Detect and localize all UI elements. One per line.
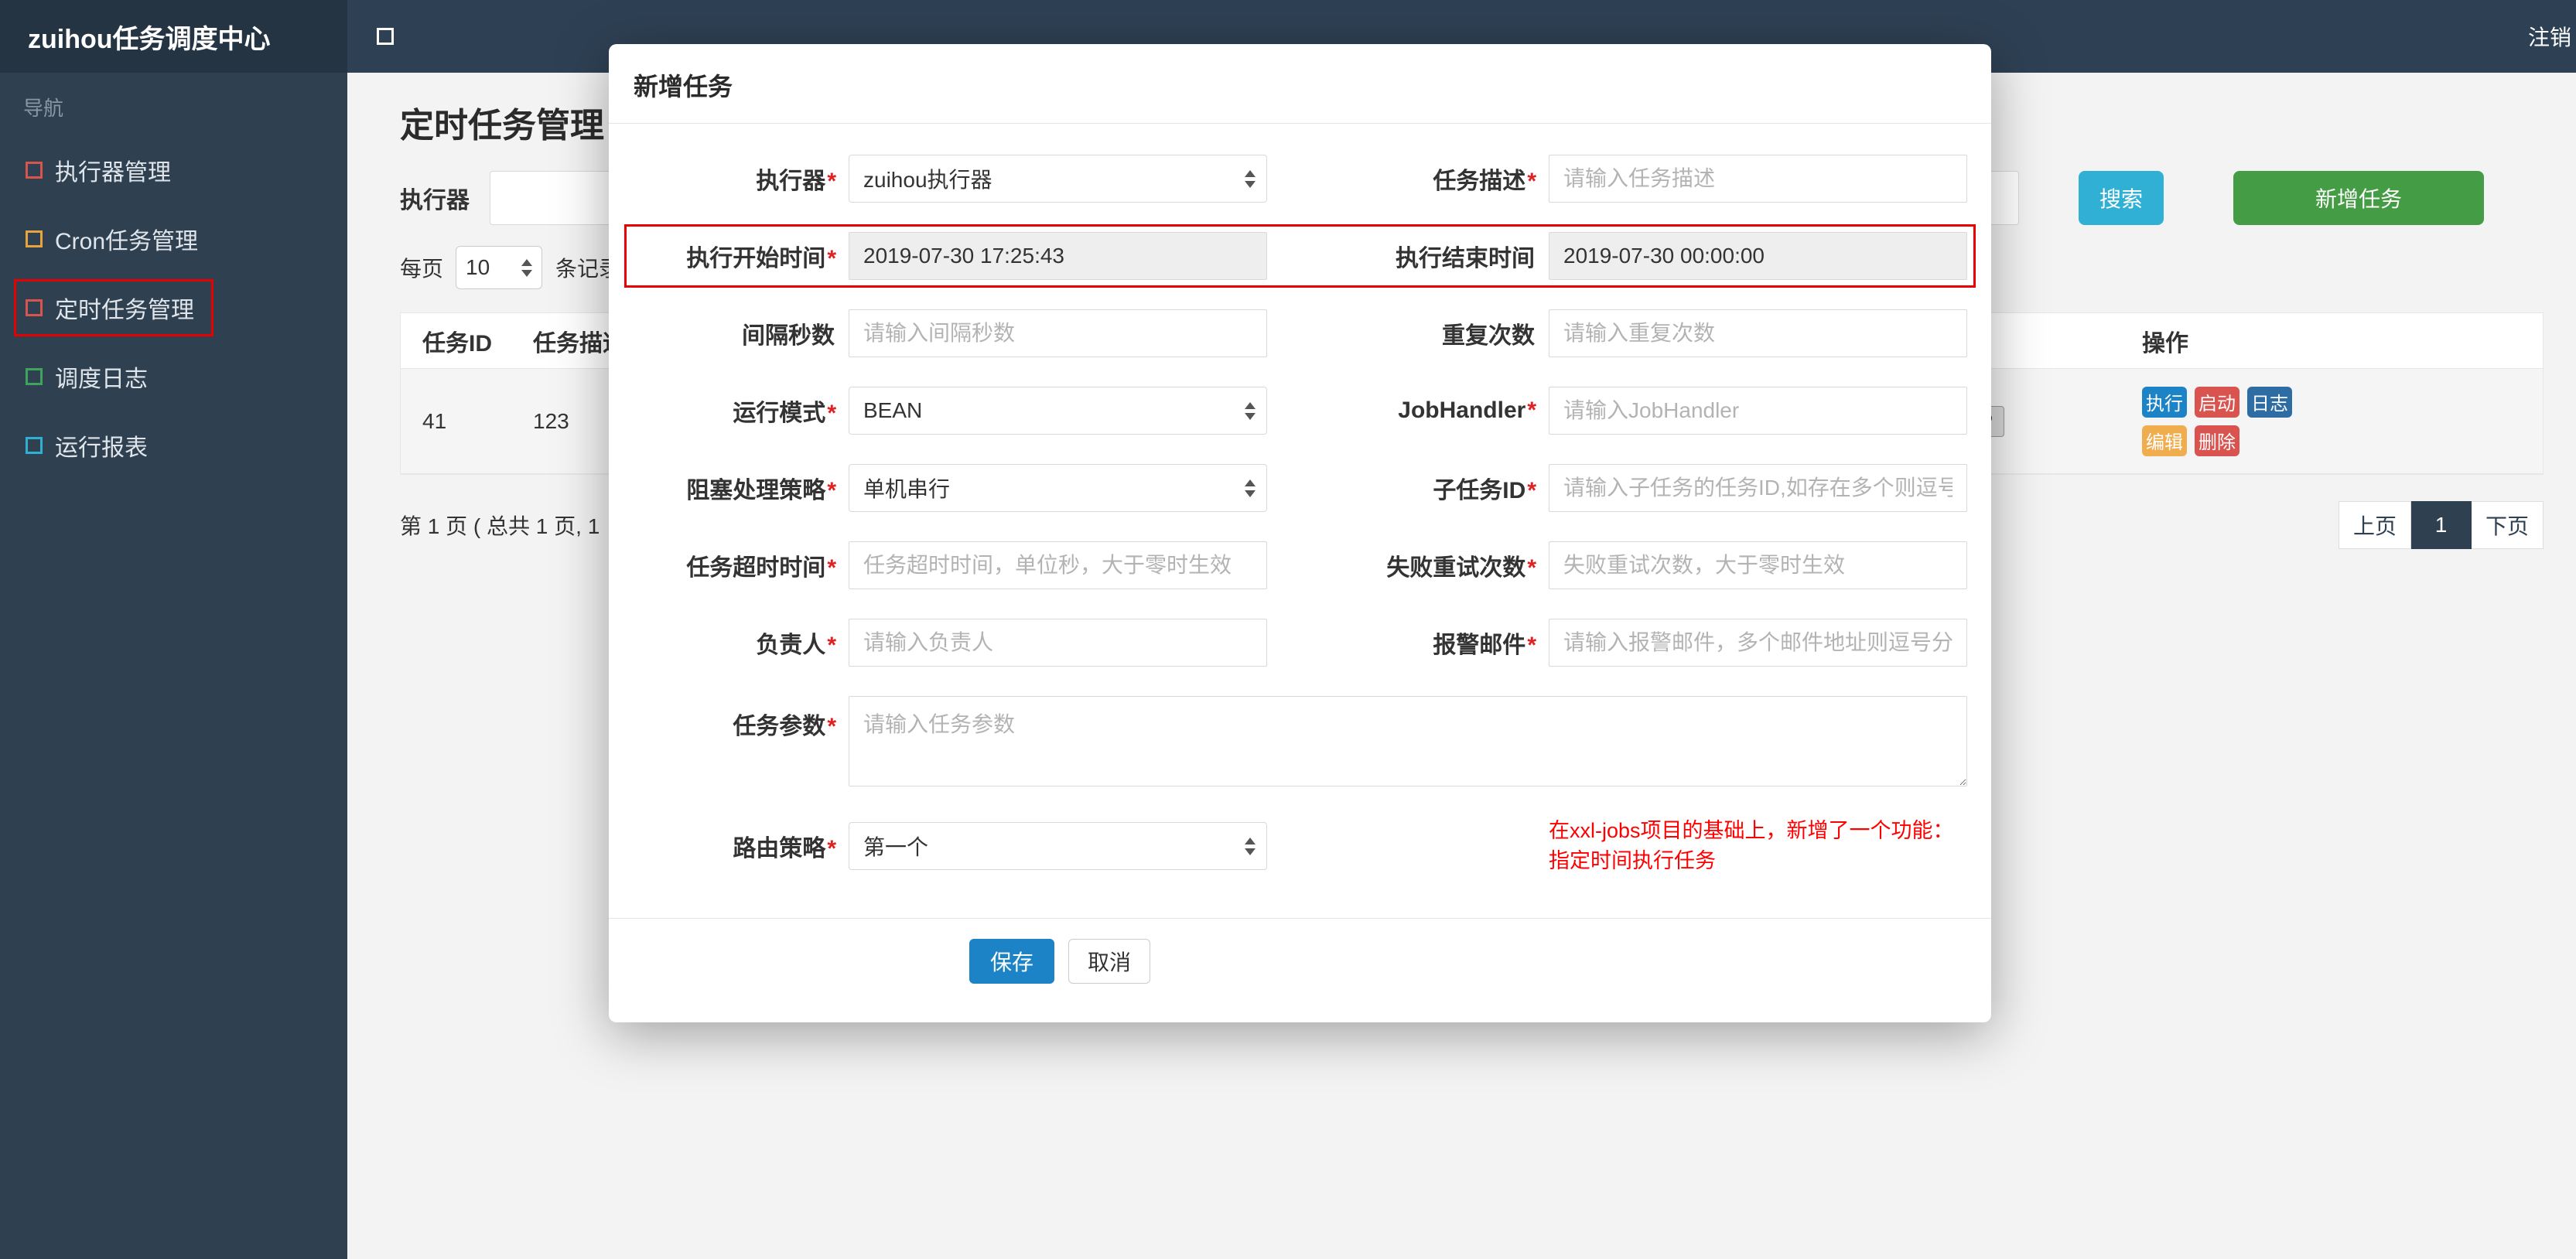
block-strategy-label: 阻塞处理策略* bbox=[686, 478, 836, 503]
child-job-input[interactable] bbox=[1549, 464, 1967, 512]
cell-task-id: 41 bbox=[422, 408, 447, 433]
sidebar-item-dispatch-logs[interactable]: 调度日志 bbox=[0, 342, 347, 411]
sidebar-item-cron-task-manage[interactable]: Cron任务管理 bbox=[0, 204, 347, 273]
add-task-modal: 新增任务 执行器* zuihou执行器 任务描述* 执行开始时间* 执行结束时间… bbox=[609, 44, 1991, 1023]
log-button[interactable]: 日志 bbox=[2247, 386, 2292, 418]
form-row-job-params: 任务参数* bbox=[632, 696, 1968, 786]
cancel-button[interactable]: 取消 bbox=[1068, 939, 1151, 984]
executor-select[interactable]: zuihou执行器 bbox=[849, 155, 1267, 203]
edit-button[interactable]: 编辑 bbox=[2142, 425, 2187, 456]
route-strategy-select[interactable]: 第一个 bbox=[849, 822, 1267, 871]
square-icon bbox=[26, 436, 43, 454]
end-time-label: 执行结束时间 bbox=[1396, 246, 1535, 271]
feature-note: 在xxl-jobs项目的基础上，新增了一个功能： 指定时间执行任务 bbox=[1549, 819, 1954, 873]
form-row-exec-time: 执行开始时间* 执行结束时间 bbox=[624, 224, 1976, 288]
form-row-block-childjob: 阻塞处理策略* 单机串行 子任务ID* bbox=[632, 464, 1968, 512]
end-time-input[interactable] bbox=[1549, 232, 1967, 280]
form-row-executor-desc: 执行器* zuihou执行器 任务描述* bbox=[632, 155, 1968, 203]
select-caret-icon bbox=[1245, 837, 1256, 855]
run-mode-select[interactable]: BEAN bbox=[849, 387, 1267, 435]
logout-link[interactable]: 注销 bbox=[2528, 21, 2576, 52]
start-button[interactable]: 启动 bbox=[2195, 386, 2239, 418]
modal-header: 新增任务 bbox=[609, 44, 1991, 124]
modal-title: 新增任务 bbox=[634, 73, 733, 101]
executor-filter-label: 执行器 bbox=[400, 188, 470, 213]
task-desc-input[interactable] bbox=[1549, 155, 1967, 203]
job-params-textarea[interactable] bbox=[849, 696, 1967, 786]
run-mode-label: 运行模式* bbox=[733, 401, 836, 426]
add-task-button[interactable]: 新增任务 bbox=[2233, 171, 2484, 225]
page-summary: 第 1 页 ( 总共 1 页, 1 bbox=[400, 514, 600, 538]
brand-title: zuihou任务调度中心 bbox=[0, 0, 347, 73]
current-page-button[interactable]: 1 bbox=[2410, 501, 2472, 549]
delete-button[interactable]: 删除 bbox=[2195, 425, 2239, 456]
prev-page-button[interactable]: 上页 bbox=[2338, 501, 2411, 549]
retry-count-input[interactable] bbox=[1549, 541, 1967, 589]
block-strategy-select[interactable]: 单机串行 bbox=[849, 464, 1267, 512]
job-params-label: 任务参数* bbox=[733, 714, 836, 739]
child-job-label: 子任务ID* bbox=[1433, 478, 1536, 503]
row-actions: 执行 启动 日志 编辑 删除 bbox=[2142, 386, 2304, 456]
collapse-menu-icon[interactable] bbox=[377, 28, 394, 45]
repeat-count-input[interactable] bbox=[1549, 309, 1967, 357]
alarm-email-label: 报警邮件* bbox=[1433, 633, 1536, 658]
col-header-task-id: 任务ID bbox=[422, 330, 492, 357]
nav-section-label: 导航 bbox=[23, 97, 64, 120]
per-page-value: 10 bbox=[466, 255, 490, 279]
task-desc-label: 任务描述* bbox=[1433, 169, 1536, 194]
jobhandler-label: JobHandler* bbox=[1398, 397, 1536, 423]
sidebar-item-label: 调度日志 bbox=[55, 366, 148, 392]
modal-body: 执行器* zuihou执行器 任务描述* 执行开始时间* 执行结束时间 间隔秒数… bbox=[609, 124, 1991, 918]
search-button[interactable]: 搜索 bbox=[2079, 171, 2164, 225]
modal-footer: 保存 取消 bbox=[609, 918, 1991, 1022]
repeat-count-label: 重复次数 bbox=[1442, 323, 1535, 349]
select-caret-icon bbox=[1245, 479, 1256, 497]
sidebar-item-label: 执行器管理 bbox=[55, 159, 171, 186]
next-page-button[interactable]: 下页 bbox=[2471, 501, 2544, 549]
retry-count-label: 失败重试次数* bbox=[1386, 555, 1536, 581]
timeout-label: 任务超时时间* bbox=[686, 555, 836, 581]
square-icon bbox=[26, 367, 43, 385]
form-row-route-strategy: 路由策略* 第一个 在xxl-jobs项目的基础上，新增了一个功能： 指定时间执… bbox=[632, 816, 1968, 876]
square-icon bbox=[26, 161, 43, 179]
sidebar-item-run-report[interactable]: 运行报表 bbox=[0, 411, 347, 479]
form-row-owner-alarm: 负责人* 报警邮件* bbox=[632, 619, 1968, 667]
sidebar-item-label: Cron任务管理 bbox=[55, 228, 199, 254]
select-caret-icon bbox=[1245, 169, 1256, 188]
save-button[interactable]: 保存 bbox=[969, 939, 1055, 984]
sidebar-item-label: 运行报表 bbox=[55, 435, 148, 461]
col-header-actions: 操作 bbox=[2142, 330, 2188, 357]
sidebar-item-label: 定时任务管理 bbox=[55, 297, 194, 323]
executor-label: 执行器* bbox=[756, 169, 836, 194]
route-strategy-label: 路由策略* bbox=[733, 836, 836, 862]
sidebar-item-timed-task-manage[interactable]: 定时任务管理 bbox=[0, 273, 347, 342]
sidebar-item-executor-manage[interactable]: 执行器管理 bbox=[0, 135, 347, 204]
alarm-email-input[interactable] bbox=[1549, 619, 1967, 667]
execute-button[interactable]: 执行 bbox=[2142, 386, 2187, 418]
per-page-select[interactable]: 10 bbox=[456, 246, 543, 289]
form-row-timeout-retry: 任务超时时间* 失败重试次数* bbox=[632, 541, 1968, 589]
form-row-interval-repeat: 间隔秒数 重复次数 bbox=[632, 309, 1968, 357]
owner-label: 负责人* bbox=[756, 633, 836, 658]
form-row-runmode-handler: 运行模式* BEAN JobHandler* bbox=[632, 387, 1968, 435]
select-caret-icon bbox=[521, 258, 533, 277]
timeout-input[interactable] bbox=[849, 541, 1267, 589]
jobhandler-input[interactable] bbox=[1549, 387, 1967, 435]
square-icon bbox=[26, 299, 43, 316]
select-caret-icon bbox=[1245, 401, 1256, 420]
start-time-input[interactable] bbox=[849, 232, 1267, 280]
owner-input[interactable] bbox=[849, 619, 1267, 667]
interval-input[interactable] bbox=[849, 309, 1267, 357]
sidebar: 导航 执行器管理 Cron任务管理 定时任务管理 调度日志 运行报表 bbox=[0, 73, 347, 1259]
square-icon bbox=[26, 230, 43, 247]
per-page-prefix: 每页 bbox=[400, 257, 444, 281]
interval-label: 间隔秒数 bbox=[742, 323, 835, 349]
start-time-label: 执行开始时间* bbox=[686, 246, 836, 271]
